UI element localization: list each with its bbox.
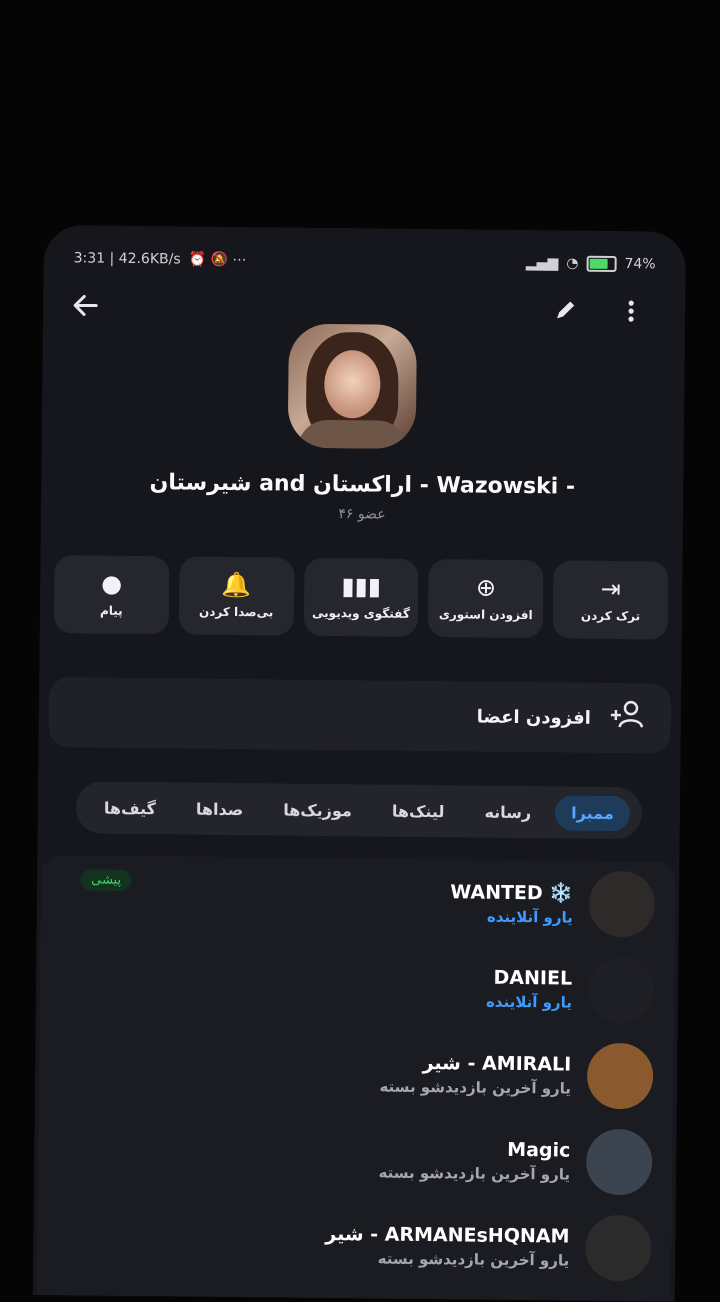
mute-label: بی‌صدا کردن (198, 604, 274, 620)
member-text: Magic یارو آخرین بازدیدشو بسته (60, 1134, 571, 1184)
phone-screen: 3:31 | 42.6KB/s ⏰ 🔕 ⋯ ▂▄▆ ◔ 74% شیرستان … (32, 225, 686, 1302)
bell-icon: 🔔 (221, 570, 252, 600)
add-story-icon: ⊕ (475, 573, 497, 602)
video-chat-icon: ▮▮▮ (341, 572, 382, 601)
add-members-button[interactable]: افزودن اعضا (48, 677, 672, 754)
leave-button[interactable]: ⇥ ترک کردن (552, 560, 669, 640)
tab-media[interactable]: رسانه (468, 794, 547, 830)
list-item[interactable]: شیر - AMIRALI یارو آخرین بازدیدشو بسته (39, 1027, 674, 1120)
list-item[interactable]: Magic یارو آخرین بازدیدشو بسته (38, 1113, 673, 1206)
avatar (586, 1042, 654, 1110)
mute-button[interactable]: 🔔 بی‌صدا کردن (178, 556, 295, 636)
add-user-icon (609, 699, 645, 737)
status-time-speed: 3:31 | 42.6KB/s (73, 250, 181, 268)
video-chat-label: گفتگوی ویدیویی (312, 605, 410, 621)
group-title: شیرستان and اراکستان - Wazowski - (149, 470, 576, 500)
avatar (588, 870, 656, 938)
avatar (585, 1128, 653, 1196)
battery-percent: 74% (624, 256, 656, 273)
message-icon: ● (101, 569, 123, 598)
tab-music[interactable]: موزیک‌ها (267, 792, 368, 828)
member-name: شیر - ARMANEsHQNAM (325, 1223, 570, 1248)
avatar (587, 956, 655, 1024)
action-row: ⇥ ترک کردن ⊕ افزودن استوری ▮▮▮ گفتگوی وی… (53, 555, 669, 640)
battery-value: 74 (624, 256, 643, 273)
avatar (584, 1214, 652, 1282)
status-badge: پیشی (81, 869, 132, 891)
notification-icons: ⏰ 🔕 ⋯ (188, 251, 247, 269)
member-text: شیر - ARMANEsHQNAM یارو آخرین بازدیدشو ب… (59, 1220, 570, 1270)
group-avatar[interactable] (287, 323, 417, 449)
avatar-body (297, 419, 408, 449)
member-status: یارو آخرین بازدیدشو بسته (378, 1163, 571, 1184)
back-arrow-icon[interactable] (65, 285, 105, 325)
tab-gifs[interactable]: گیف‌ها (88, 790, 172, 826)
pencil-icon[interactable] (545, 290, 585, 330)
wifi-icon: ◔ (566, 255, 579, 272)
member-name: WANTED ❄️ (450, 880, 574, 905)
message-button[interactable]: ● پیام (53, 555, 170, 635)
list-item[interactable]: DANIEL یارو آنلاینده (40, 941, 675, 1034)
list-item[interactable]: شیر - ARMANEsHQNAM یارو آخرین بازدیدشو ب… (37, 1199, 672, 1292)
member-name: شیر - AMIRALI (422, 1052, 572, 1076)
member-text: DANIEL یارو آنلاینده (62, 962, 573, 1012)
member-text: WANTED ❄️ یارو آنلاینده (63, 876, 573, 926)
member-count: ۴۶ عضو (338, 506, 386, 523)
media-tabs: ممبرا رسانه لینک‌ها موزیک‌ها صداها گیف‌ه… (75, 781, 643, 840)
message-label: پیام (99, 603, 123, 618)
tab-links[interactable]: لینک‌ها (376, 793, 461, 829)
tab-voices[interactable]: صداها (180, 791, 260, 827)
add-story-label: افزودن استوری (438, 607, 533, 623)
member-status: یارو آخرین بازدیدشو بسته (379, 1077, 572, 1098)
member-text: شیر - AMIRALI یارو آخرین بازدیدشو بسته (61, 1048, 572, 1098)
leave-icon: ⇥ (600, 574, 622, 604)
status-left: 3:31 | 42.6KB/s ⏰ 🔕 ⋯ (74, 250, 247, 268)
leave-label: ترک کردن (580, 608, 641, 624)
members-list: WANTED ❄️ یارو آنلاینده پیشی DANIEL یارو… (36, 855, 676, 1302)
battery-icon (586, 255, 617, 272)
status-right: ▂▄▆ ◔ 74% (526, 255, 656, 272)
member-status: یارو آخرین بازدیدشو بسته (377, 1249, 570, 1270)
list-item[interactable]: WANTED ❄️ یارو آنلاینده پیشی (41, 855, 676, 948)
signal-icon: ▂▄▆ (525, 255, 559, 272)
member-name: DANIEL (493, 966, 573, 990)
more-vertical-icon[interactable] (611, 291, 651, 331)
add-story-button[interactable]: ⊕ افزودن استوری (428, 559, 544, 639)
member-name: Magic (507, 1138, 571, 1162)
member-status: یارو آنلاینده (486, 907, 573, 927)
tab-members[interactable]: ممبرا (555, 794, 630, 831)
status-bar: 3:31 | 42.6KB/s ⏰ 🔕 ⋯ ▂▄▆ ◔ 74% (73, 243, 656, 279)
video-chat-button[interactable]: ▮▮▮ گفتگوی ویدیویی (303, 557, 419, 637)
add-members-label: افزودن اعضا (476, 706, 591, 729)
member-status: یارو آنلاینده (485, 992, 572, 1012)
